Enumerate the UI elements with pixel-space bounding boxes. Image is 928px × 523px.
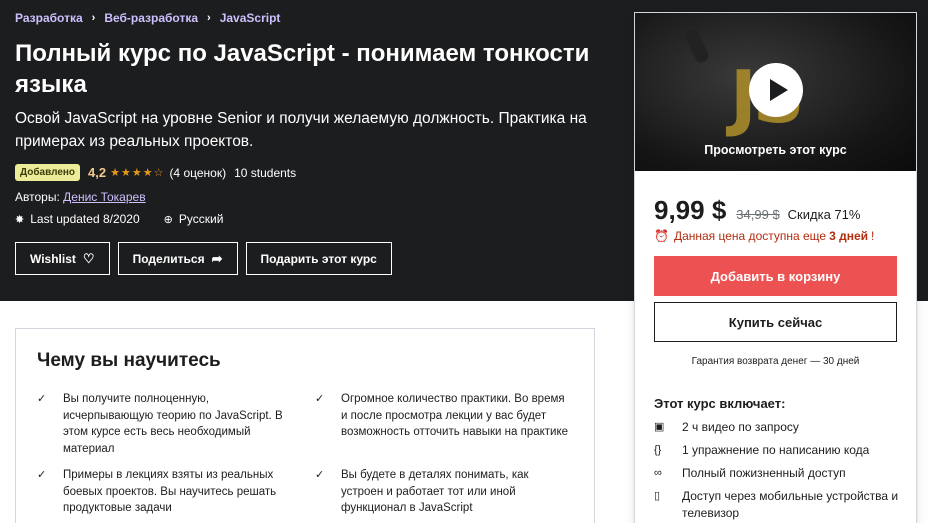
gift-course-button[interactable]: Подарить этот курс bbox=[245, 242, 392, 275]
includes-item-text: 1 упражнение по написанию кода bbox=[682, 443, 870, 457]
check-icon: ✓ bbox=[37, 469, 47, 481]
includes-list: ▣ 2 ч видео по запросу {} 1 упражнение п… bbox=[654, 419, 904, 523]
breadcrumb-javascript[interactable]: JavaScript bbox=[220, 11, 281, 25]
infinity-icon: ∞ bbox=[654, 467, 662, 479]
learn-item-text: Вы получите полноценную, исчерпывающую т… bbox=[63, 393, 283, 455]
includes-item-text: Полный пожизненный доступ bbox=[682, 466, 846, 480]
learn-item: ✓ Вы будете в деталях понимать, как устр… bbox=[315, 467, 577, 517]
purchase-sidebar: JS Просмотреть этот курс 9,99 $ 34,99 $ … bbox=[634, 12, 917, 523]
mobile-icon: ▯ bbox=[654, 490, 661, 502]
code-icon: {} bbox=[654, 444, 662, 456]
share-button[interactable]: Поделиться ➦ bbox=[117, 242, 238, 275]
students-count: 10 students bbox=[234, 165, 297, 180]
breadcrumb-web-development[interactable]: Веб-разработка bbox=[104, 11, 198, 25]
course-title: Полный курс по JavaScript - понимаем тон… bbox=[15, 40, 590, 98]
breadcrumb-development[interactable]: Разработка bbox=[15, 11, 83, 25]
meta-row: ✸ Last updated 8/2020 ⊕ Русский bbox=[15, 212, 223, 226]
timer-days: 3 дней bbox=[829, 229, 869, 243]
authors-row: Авторы: Денис Токарев bbox=[15, 190, 146, 204]
timer-prefix: Данная цена доступна еще bbox=[673, 229, 827, 243]
author-link[interactable]: Денис Токарев bbox=[63, 190, 145, 204]
discount: Скидка 71% bbox=[787, 207, 861, 222]
includes-title: Этот курс включает: bbox=[654, 396, 786, 411]
learn-item-text: Вы будете в деталях понимать, как устрое… bbox=[341, 469, 529, 514]
learn-list: ✓ Вы получите полноценную, исчерпывающую… bbox=[37, 391, 577, 517]
share-label: Поделиться bbox=[132, 251, 205, 266]
current-price: 9,99 $ bbox=[654, 195, 727, 225]
play-button[interactable] bbox=[749, 63, 803, 117]
rating-count[interactable]: (4 оценок) bbox=[169, 166, 226, 180]
includes-item-text: 2 ч видео по запросу bbox=[682, 420, 799, 434]
timer-suffix: ! bbox=[871, 229, 875, 243]
what-you-will-learn: Чему вы научитесь ✓ Вы получите полноцен… bbox=[15, 328, 595, 523]
diver-silhouette bbox=[683, 27, 711, 65]
includes-item: ∞ Полный пожизненный доступ bbox=[654, 465, 904, 482]
share-arrow-icon: ➦ bbox=[211, 250, 223, 266]
alarm-clock-icon: ⏰ bbox=[654, 229, 669, 243]
course-preview[interactable]: JS Просмотреть этот курс bbox=[635, 13, 916, 171]
rating-stars-icon: ★★★★☆ bbox=[110, 167, 165, 179]
preview-label: Просмотреть этот курс bbox=[704, 143, 847, 157]
check-icon: ✓ bbox=[315, 393, 325, 405]
includes-item: ▣ 2 ч видео по запросу bbox=[654, 419, 904, 436]
original-price: 34,99 $ bbox=[736, 207, 780, 222]
learn-item: ✓ Примеры в лекциях взяты из реальных бо… bbox=[37, 467, 315, 517]
price-row: 9,99 $ 34,99 $ Скидка 71% bbox=[654, 195, 860, 226]
includes-item: {} 1 упражнение по написанию кода bbox=[654, 442, 904, 459]
wishlist-label: Wishlist bbox=[30, 251, 76, 266]
learn-item: ✓ Огромное количество практики. Во время… bbox=[315, 391, 577, 457]
course-actions: Wishlist ♡ Поделиться ➦ Подарить этот ку… bbox=[15, 242, 400, 275]
gift-label: Подарить этот курс bbox=[260, 251, 377, 266]
add-to-cart-button[interactable]: Добавить в корзину bbox=[654, 256, 897, 296]
rating-row: Добавлено 4,2 ★★★★☆ (4 оценок) 10 studen… bbox=[15, 164, 296, 181]
learn-item-text: Примеры в лекциях взяты из реальных боев… bbox=[63, 469, 277, 514]
play-icon bbox=[769, 79, 788, 101]
includes-item: ▯ Доступ через мобильные устройства и те… bbox=[654, 488, 904, 522]
added-badge: Добавлено bbox=[15, 164, 81, 181]
check-icon: ✓ bbox=[315, 469, 325, 481]
last-updated: Last updated 8/2020 bbox=[30, 212, 140, 226]
buy-now-button[interactable]: Купить сейчас bbox=[654, 302, 897, 342]
learn-item: ✓ Вы получите полноценную, исчерпывающую… bbox=[37, 391, 315, 457]
check-icon: ✓ bbox=[37, 393, 47, 405]
discount-timer: ⏰ Данная цена доступна еще 3 дней ! bbox=[654, 229, 874, 243]
includes-item-text: Доступ через мобильные устройства и теле… bbox=[682, 489, 899, 520]
chevron-right-icon: › bbox=[207, 12, 211, 24]
authors-label: Авторы: bbox=[15, 190, 60, 204]
breadcrumb: Разработка › Веб-разработка › JavaScript bbox=[15, 11, 280, 25]
video-icon: ▣ bbox=[654, 421, 665, 433]
course-subtitle: Освой JavaScript на уровне Senior и полу… bbox=[15, 110, 587, 150]
globe-icon: ⊕ bbox=[163, 213, 173, 226]
rating-value: 4,2 bbox=[88, 165, 107, 180]
heart-icon: ♡ bbox=[82, 250, 95, 266]
learn-item-text: Огромное количество практики. Во время и… bbox=[341, 393, 569, 438]
money-back-guarantee: Гарантия возврата денег — 30 дней bbox=[691, 356, 860, 367]
alert-badge-icon: ✸ bbox=[15, 213, 25, 226]
wishlist-button[interactable]: Wishlist ♡ bbox=[15, 242, 110, 275]
chevron-right-icon: › bbox=[91, 12, 96, 24]
learn-title: Чему вы научитесь bbox=[37, 350, 221, 371]
course-language: Русский bbox=[178, 212, 224, 226]
